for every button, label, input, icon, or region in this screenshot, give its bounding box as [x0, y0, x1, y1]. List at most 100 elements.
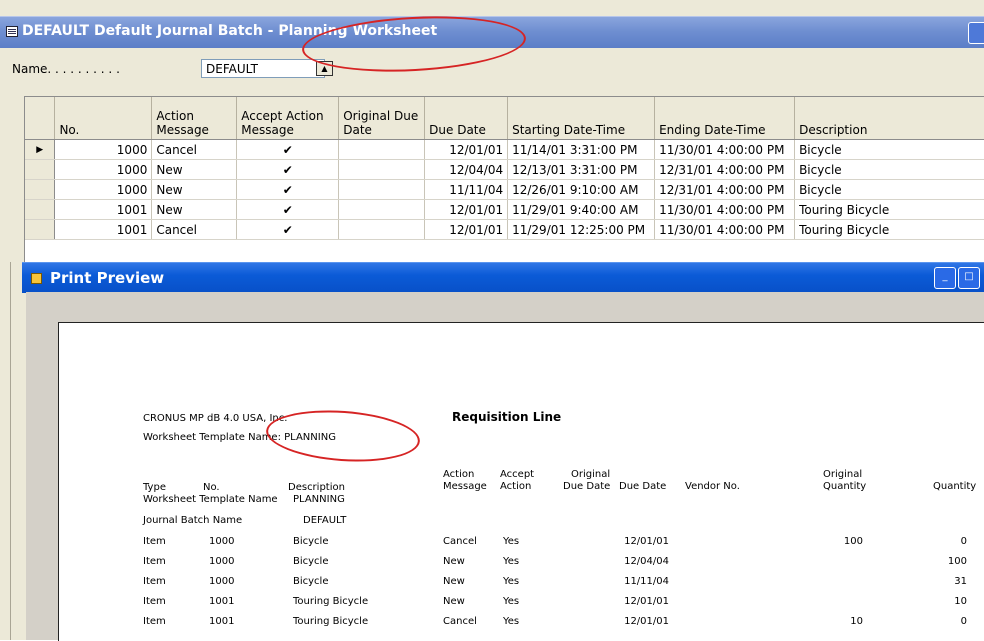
- col-accept: Accept: [500, 469, 535, 480]
- row-selector[interactable]: [25, 199, 56, 220]
- line-quantity: 31: [954, 576, 967, 587]
- cell-description[interactable]: Touring Bicycle: [794, 219, 984, 240]
- line-description: Bicycle: [293, 576, 329, 587]
- cell-accept-action[interactable]: ✔: [236, 219, 340, 240]
- cell-starting-date-time[interactable]: 11/29/01 12:25:00 PM: [507, 219, 656, 240]
- line-due-date: 12/01/01: [624, 536, 669, 547]
- cell-due-date[interactable]: 11/11/04: [424, 179, 509, 200]
- line-action-message: Cancel: [443, 536, 477, 547]
- line-accept-action: Yes: [503, 616, 520, 627]
- cell-description[interactable]: Touring Bicycle: [794, 199, 984, 220]
- row-selector[interactable]: [25, 159, 56, 180]
- cell-original-due-date[interactable]: [338, 139, 426, 160]
- cell-accept-action[interactable]: ✔: [236, 199, 340, 220]
- col-description: Description: [288, 482, 345, 493]
- cell-ending-date-time[interactable]: 12/31/01 4:00:00 PM: [654, 159, 796, 180]
- cell-due-date[interactable]: 12/04/04: [424, 159, 509, 180]
- line-action-message: New: [443, 576, 465, 587]
- line-no: 1001: [209, 616, 235, 627]
- cell-ending-date-time[interactable]: 11/30/01 4:00:00 PM: [654, 139, 796, 160]
- line-type: Item: [143, 576, 166, 587]
- line-type: Item: [143, 616, 166, 627]
- line-accept-action: Yes: [503, 556, 520, 567]
- cell-description[interactable]: Bicycle: [794, 139, 984, 160]
- col-quantity: Quantity: [933, 481, 977, 492]
- cell-original-due-date[interactable]: [338, 159, 426, 180]
- col-header-accept-action-message[interactable]: Accept Action Message: [236, 97, 340, 140]
- table-row[interactable]: 1000 New ✔ 12/04/04 12/13/01 3:31:00 PM 12/31…: [25, 159, 984, 180]
- row-selector[interactable]: [25, 219, 56, 240]
- cell-accept-action[interactable]: ✔: [236, 179, 340, 200]
- cell-no[interactable]: 1000: [54, 139, 153, 160]
- col-original-due-date: Due Date: [563, 481, 611, 492]
- col-header-action-message[interactable]: Action Message: [151, 97, 238, 140]
- cell-ending-date-time[interactable]: 11/30/01 4:00:00 PM: [654, 199, 796, 220]
- cell-original-due-date[interactable]: [338, 199, 426, 220]
- maximize-button[interactable]: □: [958, 267, 980, 289]
- col-original-qty: Original: [823, 469, 863, 480]
- cell-action-message[interactable]: New: [151, 179, 238, 200]
- cell-ending-date-time[interactable]: 11/30/01 4:00:00 PM: [654, 219, 796, 240]
- cell-description[interactable]: Bicycle: [794, 159, 984, 180]
- line-action-message: New: [443, 556, 465, 567]
- cell-due-date[interactable]: 12/01/01: [424, 199, 509, 220]
- table-row[interactable]: 1001 Cancel ✔ 12/01/01 11/29/01 12:25:00 PM 1…: [25, 219, 984, 240]
- cell-action-message[interactable]: New: [151, 199, 238, 220]
- line-type: Item: [143, 596, 166, 607]
- cell-no[interactable]: 1000: [54, 159, 153, 180]
- cell-no[interactable]: 1000: [54, 179, 153, 200]
- cell-starting-date-time[interactable]: 11/29/01 9:40:00 AM: [507, 199, 656, 220]
- col-header-original-due-date[interactable]: Original Due Date: [338, 97, 426, 140]
- minimize-button[interactable]: [968, 22, 984, 44]
- worksheet-icon: [6, 26, 18, 37]
- cell-no[interactable]: 1001: [54, 199, 153, 220]
- col-header-due-date[interactable]: Due Date: [424, 97, 509, 140]
- row-selector[interactable]: ▶: [25, 139, 56, 160]
- table-row[interactable]: 1001 New ✔ 12/01/01 11/29/01 9:40:00 AM 11/30…: [25, 199, 984, 220]
- row-selector[interactable]: [25, 179, 56, 200]
- col-header-ending-date-time[interactable]: Ending Date-Time: [654, 97, 796, 140]
- cell-due-date[interactable]: 12/01/01: [424, 219, 509, 240]
- grid-header-row: No. Action Message Accept Action Message…: [25, 97, 984, 140]
- line-description: Touring Bicycle: [293, 616, 369, 627]
- cell-starting-date-time[interactable]: 12/13/01 3:31:00 PM: [507, 159, 656, 180]
- preview-area[interactable]: CRONUS MP dB 4.0 USA, Inc. Requisition L…: [26, 292, 984, 641]
- table-row[interactable]: ▶ 1000 Cancel ✔ 12/01/01 11/14/01 3:31:00 PM 1…: [25, 139, 984, 160]
- col-header-description[interactable]: Description: [794, 97, 984, 140]
- line-quantity: 0: [960, 536, 967, 547]
- line-quantity: 0: [960, 616, 967, 627]
- cell-action-message[interactable]: Cancel: [151, 139, 238, 160]
- cell-action-message[interactable]: New: [151, 159, 238, 180]
- line-description: Touring Bicycle: [293, 596, 369, 607]
- name-field[interactable]: DEFAULT: [201, 59, 325, 78]
- line-accept-action: Yes: [503, 576, 520, 587]
- cell-starting-date-time[interactable]: 12/26/01 9:10:00 AM: [507, 179, 656, 200]
- col-header-starting-date-time[interactable]: Starting Date-Time: [507, 97, 656, 140]
- line-no: 1001: [209, 596, 235, 607]
- report-company: CRONUS MP dB 4.0 USA, Inc.: [143, 413, 288, 424]
- print-preview-window: Print Preview _ □ CRONUS MP dB 4.0 USA, …: [22, 262, 984, 641]
- cell-ending-date-time[interactable]: 12/31/01 4:00:00 PM: [654, 179, 796, 200]
- cell-due-date[interactable]: 12/01/01: [424, 139, 509, 160]
- cell-accept-action[interactable]: ✔: [236, 139, 340, 160]
- col-action: Action: [443, 469, 475, 480]
- print-preview-title-bar[interactable]: Print Preview _ □: [22, 262, 984, 293]
- minimize-button[interactable]: _: [934, 267, 956, 289]
- cell-no[interactable]: 1001: [54, 219, 153, 240]
- cell-starting-date-time[interactable]: 11/14/01 3:31:00 PM: [507, 139, 656, 160]
- background-window-edge: [0, 262, 22, 640]
- report-page: CRONUS MP dB 4.0 USA, Inc. Requisition L…: [58, 322, 984, 641]
- cell-original-due-date[interactable]: [338, 179, 426, 200]
- line-due-date: 12/01/01: [624, 596, 669, 607]
- line-due-date: 11/11/04: [624, 576, 669, 587]
- col-header-no[interactable]: No.: [54, 97, 153, 140]
- cell-description[interactable]: Bicycle: [794, 179, 984, 200]
- col-original: Original: [571, 469, 611, 480]
- cell-original-due-date[interactable]: [338, 219, 426, 240]
- cell-accept-action[interactable]: ✔: [236, 159, 340, 180]
- cell-action-message[interactable]: Cancel: [151, 219, 238, 240]
- selector-header: [25, 97, 56, 140]
- line-no: 1000: [209, 536, 235, 547]
- group-worksheet-template-value: PLANNING: [293, 494, 345, 505]
- table-row[interactable]: 1000 New ✔ 11/11/04 12/26/01 9:10:00 AM 12/31…: [25, 179, 984, 200]
